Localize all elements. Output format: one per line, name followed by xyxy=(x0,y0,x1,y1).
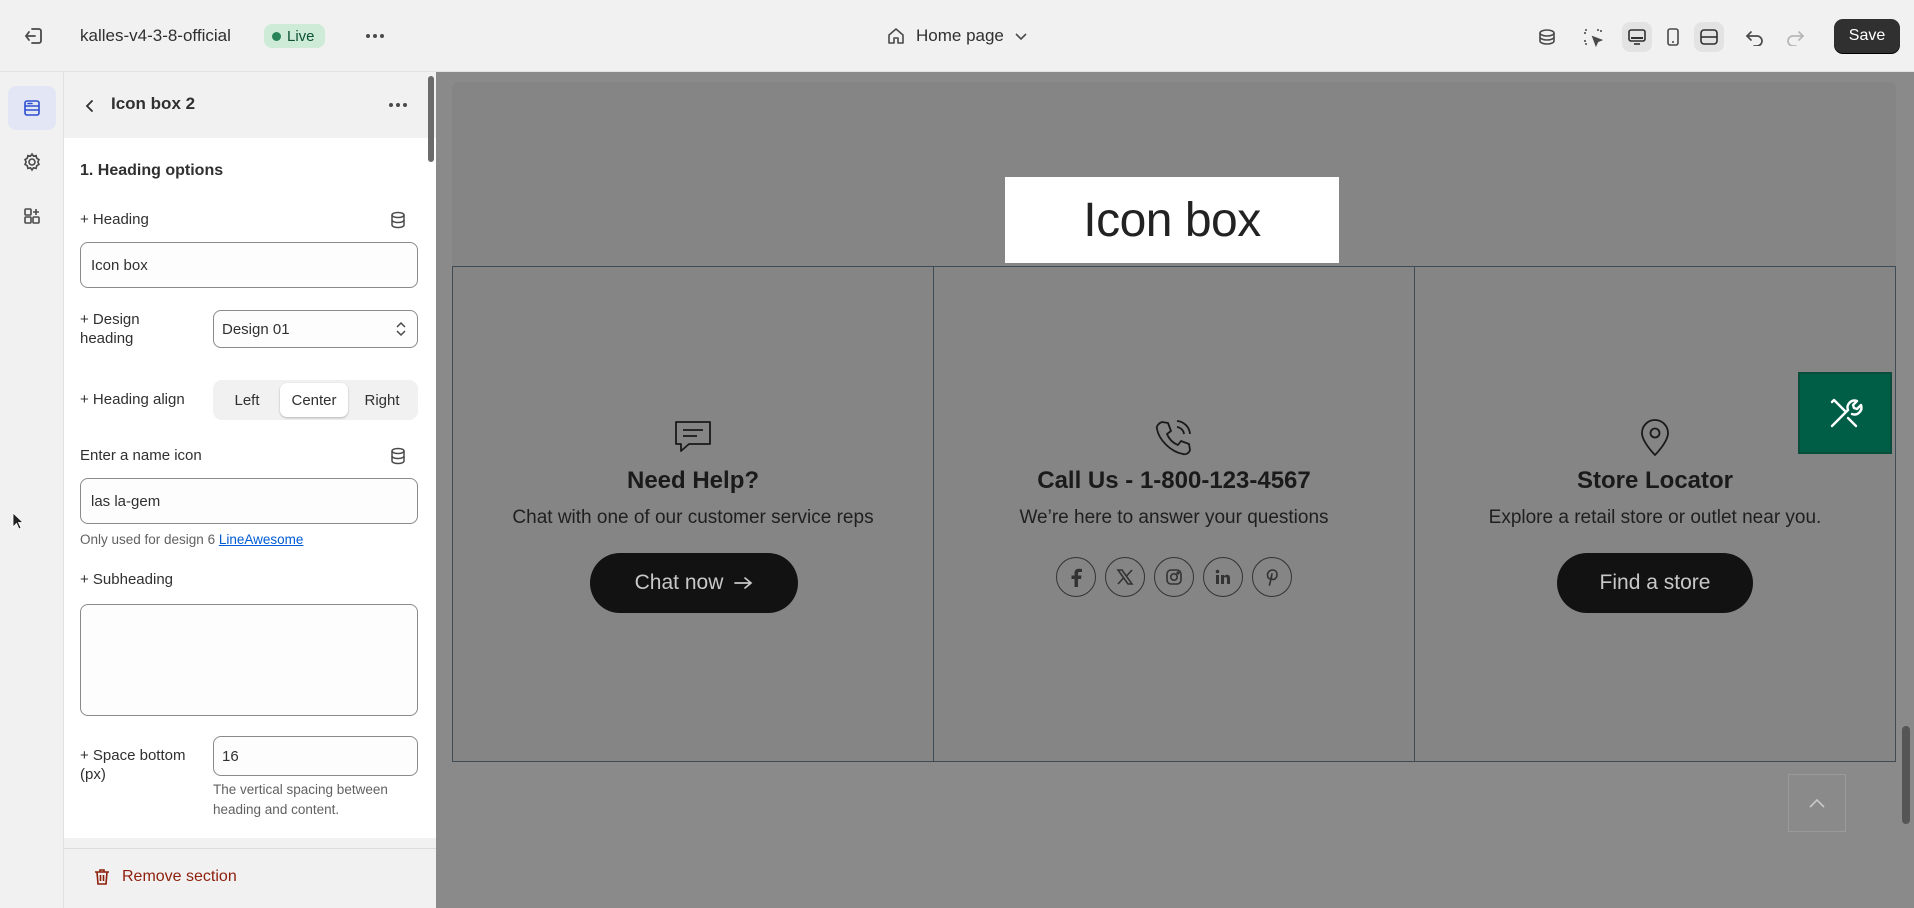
align-right-button[interactable]: Right xyxy=(350,383,414,417)
page-selector[interactable]: Home page xyxy=(886,22,1028,50)
top-bar: kalles-v4-3-8-official Live Home page Sa… xyxy=(0,0,1914,72)
mobile-icon[interactable] xyxy=(1658,22,1688,52)
align-center-button[interactable]: Center xyxy=(280,383,348,417)
dynamic-source-icon[interactable] xyxy=(388,446,408,466)
mouse-cursor-icon xyxy=(12,512,25,535)
home-icon xyxy=(888,28,904,44)
tools-icon xyxy=(1830,398,1863,428)
store-icon[interactable] xyxy=(1532,22,1562,52)
heading-align-label: + Heading align xyxy=(80,391,185,408)
arrow-right-icon xyxy=(734,577,753,589)
space-bottom-help: The vertical spacing between heading and… xyxy=(213,782,388,817)
fullscreen-icon[interactable] xyxy=(1694,22,1724,52)
design-heading-label: + Design heading xyxy=(80,311,140,347)
remove-section-button[interactable]: Remove section xyxy=(94,868,237,886)
trash-icon xyxy=(95,869,109,885)
sidebar-scrollbar[interactable] xyxy=(428,76,434,162)
save-button[interactable]: Save xyxy=(1834,19,1900,53)
settings-icon[interactable] xyxy=(8,140,56,184)
select-chevron-icon xyxy=(396,321,406,337)
store-name: kalles-v4-3-8-official xyxy=(80,26,231,45)
icon-box-column[interactable]: Call Us - 1-800-123-4567 We’re here to a… xyxy=(933,266,1415,762)
map-pin-icon xyxy=(1638,419,1672,462)
chat-now-button[interactable]: Chat now xyxy=(590,553,798,613)
space-bottom-input[interactable]: 16 xyxy=(213,736,418,776)
live-dot-icon xyxy=(272,31,281,41)
subheading-textarea[interactable] xyxy=(80,604,418,716)
more-actions-icon[interactable] xyxy=(360,24,390,48)
find-store-button[interactable]: Find a store xyxy=(1557,553,1753,613)
name-icon-help-text: Only used for design 6 xyxy=(80,532,216,547)
column-description: We’re here to answer your questions xyxy=(1019,507,1329,528)
x-icon[interactable] xyxy=(1105,557,1145,597)
name-icon-help: Only used for design 6 LineAwesome xyxy=(80,530,303,550)
section-title: 1. Heading options xyxy=(80,162,224,179)
chat-now-label: Chat now xyxy=(634,571,724,594)
pinterest-icon[interactable] xyxy=(1252,557,1292,597)
theme-tools-button[interactable] xyxy=(1798,372,1892,454)
design-heading-select[interactable]: Design 01 xyxy=(213,310,418,348)
settings-sidebar: Icon box 2 1. Heading options + Heading … xyxy=(64,72,436,908)
facebook-icon[interactable] xyxy=(1056,557,1096,597)
sidebar-header: Icon box 2 xyxy=(64,72,436,138)
apps-icon[interactable] xyxy=(8,194,56,238)
page-selector-label: Home page xyxy=(916,26,1004,45)
redo-icon[interactable] xyxy=(1780,22,1810,52)
status-badge: Live xyxy=(264,24,325,48)
heading-input[interactable]: Icon box xyxy=(80,242,418,288)
lineawesome-link[interactable]: LineAwesome xyxy=(219,532,304,547)
sidebar-title: Icon box 2 xyxy=(111,94,196,113)
find-store-label: Find a store xyxy=(1599,571,1711,594)
preview-scrollbar[interactable] xyxy=(1902,726,1910,824)
left-rail xyxy=(0,72,64,908)
name-icon-input[interactable]: las la-gem xyxy=(80,478,418,524)
align-left-button[interactable]: Left xyxy=(216,383,278,417)
heading-align-segmented: Left Center Right xyxy=(213,380,418,420)
chevron-down-icon xyxy=(1015,33,1027,41)
heading-label: + Heading xyxy=(80,211,149,228)
design-heading-value: Design 01 xyxy=(222,320,290,338)
name-icon-label: Enter a name icon xyxy=(80,447,202,464)
column-description: Chat with one of our customer service re… xyxy=(512,507,874,528)
status-badge-label: Live xyxy=(287,27,315,45)
more-options-icon[interactable] xyxy=(382,92,414,118)
chat-icon xyxy=(673,419,713,460)
back-to-top-button[interactable] xyxy=(1788,774,1846,832)
social-icons xyxy=(934,557,1414,597)
column-description: Explore a retail store or outlet near yo… xyxy=(1488,507,1822,528)
chevron-up-icon xyxy=(1809,798,1825,808)
canvas-lower-section xyxy=(452,762,1896,900)
instagram-icon[interactable] xyxy=(1154,557,1194,597)
space-bottom-label: + Space bottom (px) xyxy=(80,747,186,783)
subheading-label: + Subheading xyxy=(80,571,174,588)
column-title: Need Help? xyxy=(626,467,760,494)
undo-icon[interactable] xyxy=(1740,22,1770,52)
column-title: Store Locator xyxy=(1576,467,1734,494)
dynamic-source-icon[interactable] xyxy=(388,210,408,230)
settings-panel: 1. Heading options + Heading Icon box + … xyxy=(64,138,436,838)
linkedin-icon[interactable] xyxy=(1203,557,1243,597)
phone-icon xyxy=(1154,419,1194,462)
exit-icon[interactable] xyxy=(20,24,48,48)
icon-box-column[interactable]: Store Locator Explore a retail store or … xyxy=(1414,266,1896,762)
desktop-icon[interactable] xyxy=(1622,22,1652,52)
column-title: Call Us - 1-800-123-4567 xyxy=(1037,467,1311,494)
inspector-icon[interactable] xyxy=(1578,22,1608,52)
icon-box-column[interactable]: Need Help? Chat with one of our customer… xyxy=(452,266,934,762)
sections-icon[interactable] xyxy=(8,86,56,130)
back-arrow-icon[interactable] xyxy=(78,94,102,118)
remove-section-label: Remove section xyxy=(122,868,237,885)
preview-heading[interactable]: Icon box xyxy=(1005,177,1339,263)
